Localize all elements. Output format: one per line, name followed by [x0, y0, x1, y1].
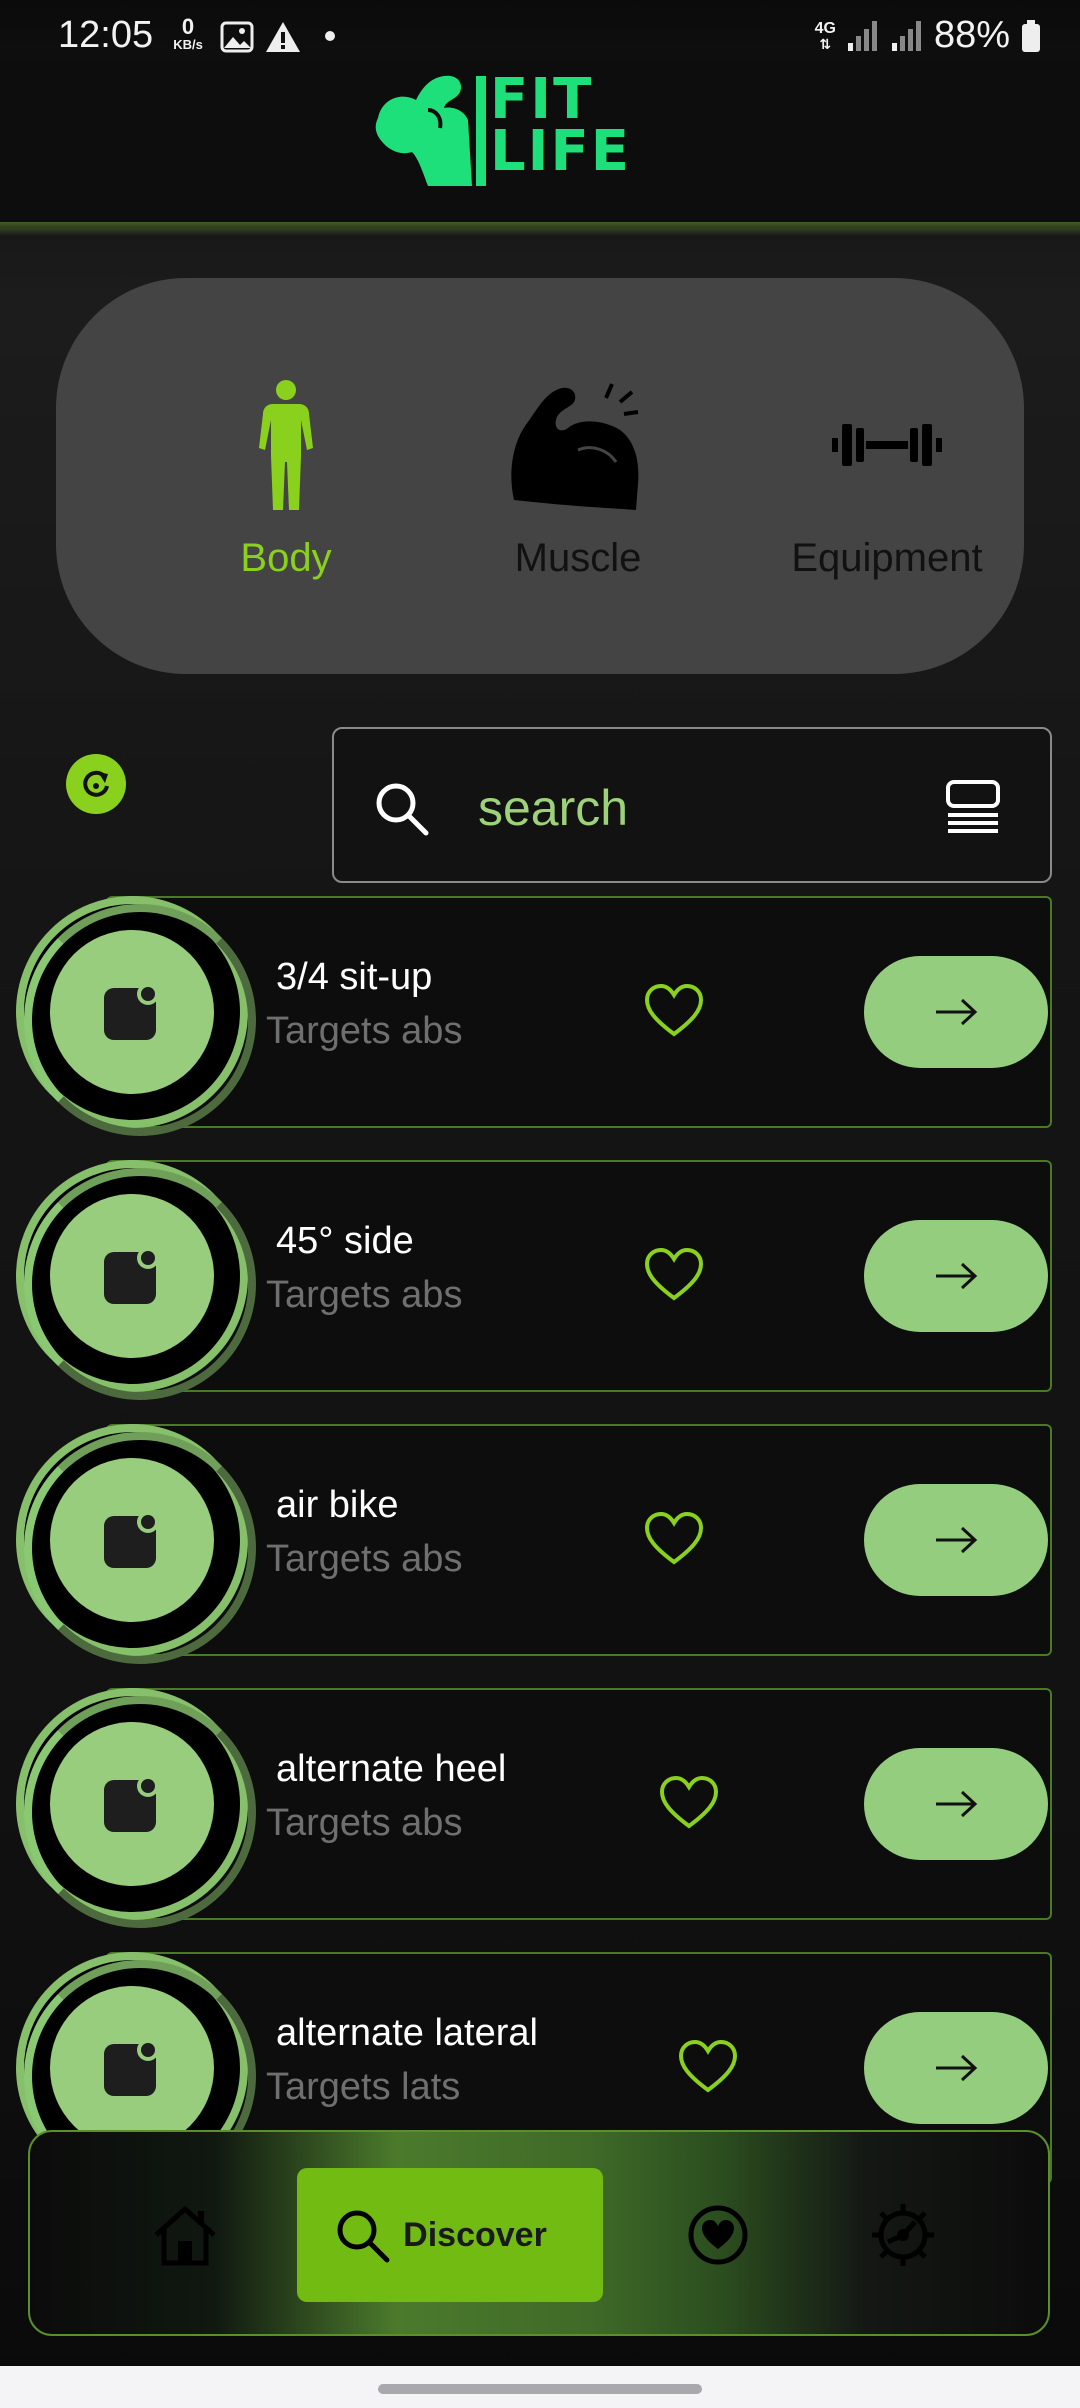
- system-gesture-bar: [0, 2366, 1080, 2408]
- favorite-heart-icon[interactable]: [677, 2038, 739, 2094]
- category-body[interactable]: Body: [136, 278, 436, 674]
- exercise-target: Targets lats: [266, 2066, 461, 2108]
- nav-favorites[interactable]: [686, 2132, 750, 2338]
- status-right: 4G ⇅ 88%: [815, 14, 1042, 57]
- exercise-name: alternate lateral: [276, 2012, 538, 2054]
- exercise-row[interactable]: air bike Targets abs: [0, 1424, 1080, 1664]
- network-type: 4G ⇅: [814, 19, 836, 52]
- exercise-target: Targets abs: [266, 1010, 463, 1052]
- broken-image-icon: [104, 983, 159, 1040]
- gesture-handle[interactable]: [378, 2384, 702, 2394]
- open-exercise-button[interactable]: [864, 2012, 1048, 2124]
- exercise-thumbnail-inner: [50, 930, 214, 1094]
- exercise-thumbnail: [16, 1160, 256, 1400]
- favorite-heart-icon[interactable]: [643, 982, 705, 1038]
- exercise-name: 3/4 sit-up: [276, 956, 433, 998]
- exercise-row[interactable]: alternate heel Targets abs: [0, 1688, 1080, 1928]
- exercise-thumbnail-inner: [50, 1722, 214, 1886]
- open-exercise-button[interactable]: [864, 1220, 1048, 1332]
- settings-gear-icon: [872, 2204, 934, 2266]
- fitlife-logo: FIT LIFE: [372, 70, 692, 190]
- signal-icon: [847, 20, 877, 51]
- search-bar: [332, 727, 1052, 883]
- category-selector: Body Muscle Equipment: [56, 278, 1024, 674]
- open-exercise-button[interactable]: [864, 1748, 1048, 1860]
- arrow-right-icon: [936, 2054, 978, 2082]
- list-view-icon[interactable]: [944, 779, 1002, 835]
- exercise-target: Targets abs: [266, 1538, 463, 1580]
- exercise-thumbnail: [16, 1688, 256, 1928]
- exercise-target: Targets abs: [266, 1802, 463, 1844]
- exercise-thumbnail: [16, 896, 256, 1136]
- exercise-row[interactable]: 3/4 sit-up Targets abs: [0, 896, 1080, 1136]
- battery-icon: [1022, 19, 1040, 52]
- refresh-icon: [83, 770, 109, 797]
- nav-discover-label: Discover: [403, 2215, 547, 2254]
- exercise-row[interactable]: 45° side Targets abs: [0, 1160, 1080, 1400]
- arrow-right-icon: [936, 998, 978, 1026]
- body-figure-icon: [259, 380, 313, 510]
- exercise-name: 45° side: [276, 1220, 414, 1262]
- notification-dot-icon: [325, 31, 335, 41]
- category-muscle[interactable]: Muscle: [428, 278, 728, 674]
- logo-bicep-icon: [375, 75, 486, 186]
- nav-discover[interactable]: Discover: [297, 2168, 603, 2302]
- arrow-right-icon: [936, 1262, 978, 1290]
- exercise-name: alternate heel: [276, 1748, 507, 1790]
- category-equipment-label: Equipment: [791, 536, 983, 580]
- logo-text: FIT LIFE: [490, 72, 632, 184]
- search-input[interactable]: [478, 773, 908, 843]
- data-rate-value: 0: [181, 14, 195, 39]
- exercise-thumbnail: [16, 1424, 256, 1664]
- favorite-heart-icon[interactable]: [658, 1774, 720, 1830]
- favorite-heart-icon[interactable]: [643, 1246, 705, 1302]
- exercise-target: Targets abs: [266, 1274, 463, 1316]
- gallery-icon: [220, 21, 254, 53]
- broken-image-icon: [104, 1775, 159, 1832]
- category-muscle-label: Muscle: [514, 536, 642, 580]
- nav-settings[interactable]: [868, 2132, 938, 2338]
- open-exercise-button[interactable]: [864, 1484, 1048, 1596]
- broken-image-icon: [104, 2039, 159, 2096]
- search-icon[interactable]: [372, 779, 432, 839]
- exercise-thumbnail-inner: [50, 1458, 214, 1622]
- open-exercise-button[interactable]: [864, 956, 1048, 1068]
- battery-percent: 88%: [933, 14, 1010, 56]
- exercise-name: air bike: [276, 1484, 399, 1526]
- arrow-right-icon: [936, 1790, 978, 1818]
- broken-image-icon: [104, 1247, 159, 1304]
- signal-icon-2: [891, 20, 921, 51]
- search-icon: [337, 2210, 390, 2263]
- broken-image-icon: [104, 1511, 159, 1568]
- exercise-thumbnail-inner: [50, 1986, 214, 2150]
- category-body-label: Body: [240, 536, 332, 580]
- logo-text-life: LIFE: [490, 119, 632, 184]
- header-divider: [0, 222, 1080, 236]
- home-icon: [154, 2206, 216, 2266]
- exercise-thumbnail-inner: [50, 1194, 214, 1358]
- arrow-right-icon: [936, 1526, 978, 1554]
- data-rate-unit: KB/s: [173, 37, 203, 52]
- refresh-button[interactable]: [66, 754, 126, 814]
- nav-home[interactable]: [145, 2132, 225, 2338]
- flexed-bicep-icon: [511, 383, 639, 510]
- favorite-heart-icon[interactable]: [643, 1510, 705, 1566]
- data-rate: 0 KB/s: [170, 14, 206, 52]
- warning-icon: [266, 22, 300, 52]
- status-time: 12:05: [58, 14, 154, 56]
- dumbbell-icon: [832, 424, 942, 466]
- bottom-navigation: Discover: [28, 2130, 1050, 2336]
- category-equipment[interactable]: Equipment: [732, 278, 1042, 674]
- heart-circle-icon: [688, 2205, 748, 2265]
